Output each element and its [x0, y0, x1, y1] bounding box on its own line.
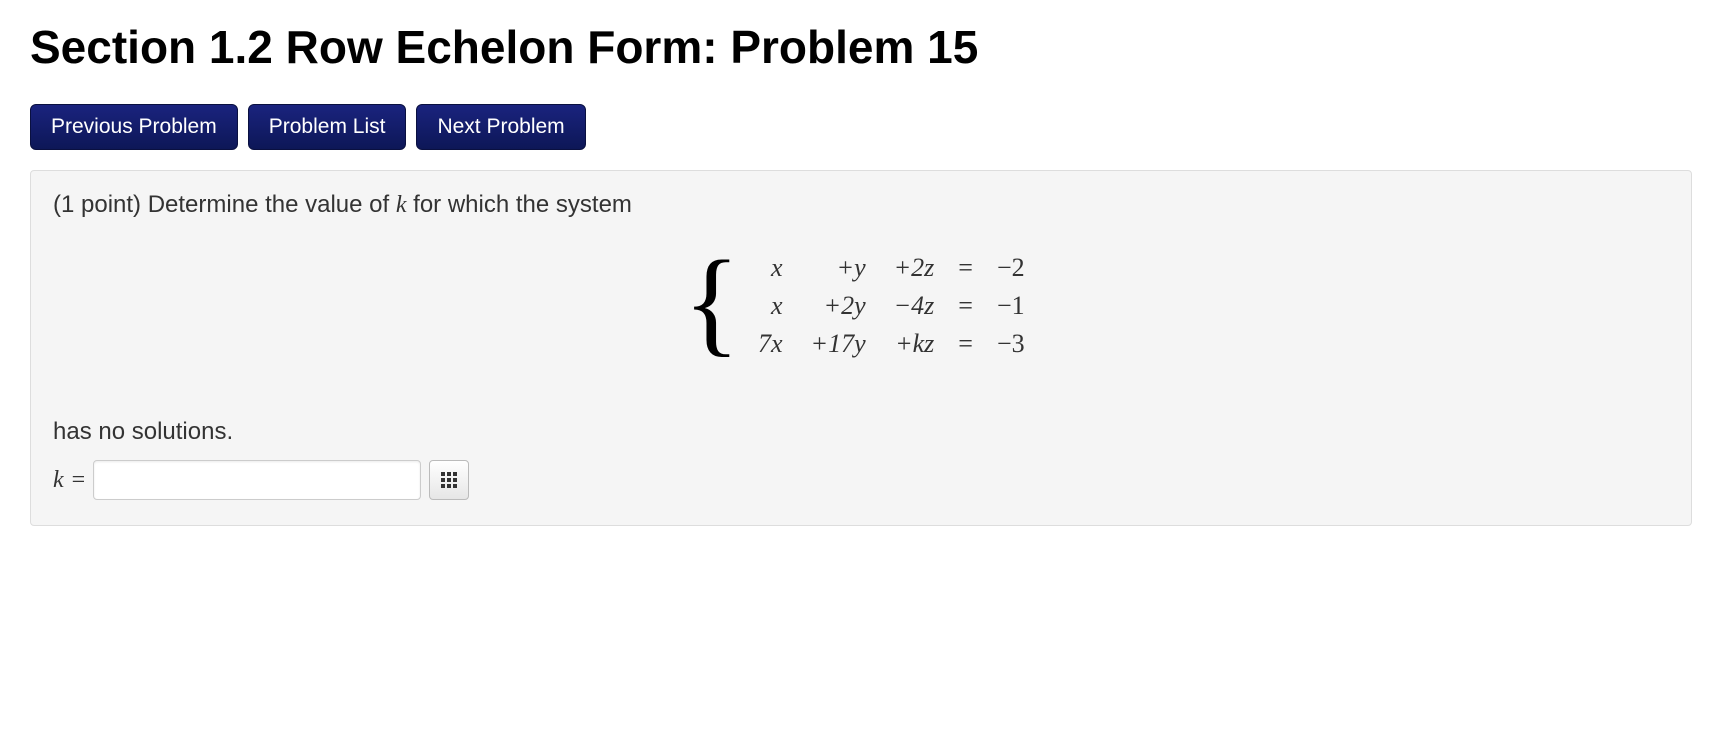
prompt-prefix: (1 point) Determine the value of: [53, 191, 396, 218]
eq-cell: +y: [837, 253, 866, 282]
equation-row: 7x +17y +kz = −3: [744, 325, 1039, 363]
eq-cell: +2y: [824, 291, 866, 320]
equation-row: x +2y −4z = −1: [744, 287, 1039, 325]
prompt-variable: k: [396, 192, 407, 218]
eq-cell: −2: [997, 253, 1025, 282]
problem-prompt: (1 point) Determine the value of k for w…: [53, 191, 1669, 219]
eq-cell: x: [771, 291, 783, 320]
equation-table: x +y +2z = −2 x +2y −4z = −1 7x +17y +kz: [744, 249, 1039, 363]
eq-cell: −1: [997, 291, 1025, 320]
equation-system: { x +y +2z = −2 x +2y −4z = −1 7x: [53, 249, 1669, 363]
eq-cell: x: [771, 253, 783, 282]
answer-variable: k: [53, 467, 64, 494]
keypad-button[interactable]: [429, 460, 469, 500]
answer-input[interactable]: [93, 460, 421, 500]
eq-cell: =: [958, 329, 973, 358]
grid-icon: [441, 472, 457, 488]
eq-cell: −3: [997, 329, 1025, 358]
page-title: Section 1.2 Row Echelon Form: Problem 15: [30, 20, 1692, 74]
answer-equals: =: [72, 467, 86, 494]
eq-cell: +2z: [894, 253, 935, 282]
nav-buttons: Previous Problem Problem List Next Probl…: [30, 104, 1692, 150]
answer-row: k =: [53, 460, 1669, 500]
next-problem-button[interactable]: Next Problem: [416, 104, 585, 150]
eq-cell: +17y: [811, 329, 866, 358]
post-text: has no solutions.: [53, 418, 1669, 446]
previous-problem-button[interactable]: Previous Problem: [30, 104, 238, 150]
prompt-suffix: for which the system: [407, 191, 632, 218]
eq-cell: +kz: [895, 329, 934, 358]
left-brace: {: [683, 258, 740, 347]
eq-cell: 7x: [758, 329, 783, 358]
eq-cell: =: [958, 253, 973, 282]
equation-row: x +y +2z = −2: [744, 249, 1039, 287]
problem-list-button[interactable]: Problem List: [248, 104, 407, 150]
eq-cell: −4z: [894, 291, 935, 320]
problem-box: (1 point) Determine the value of k for w…: [30, 170, 1692, 526]
eq-cell: =: [958, 291, 973, 320]
